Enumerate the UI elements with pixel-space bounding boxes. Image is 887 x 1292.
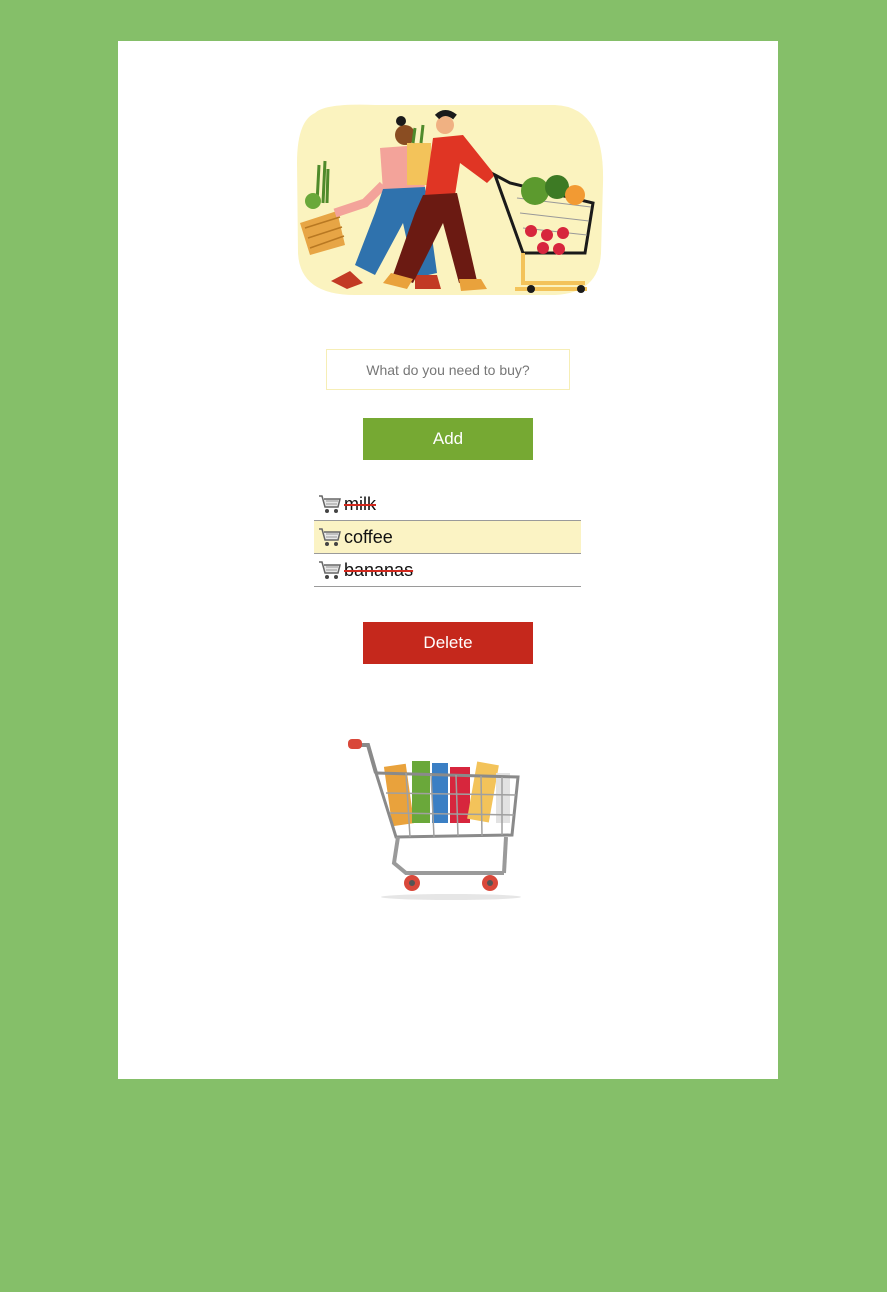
list-item-milk[interactable]: milk (314, 488, 581, 521)
shopping-couple-illustration (297, 104, 604, 296)
list-item-bananas[interactable]: bananas (314, 554, 581, 587)
shopping-cart-icon (319, 495, 341, 513)
shopping-cart-icon (319, 561, 341, 579)
delete-button[interactable]: Delete (363, 622, 533, 664)
shopping-cart-full-illustration (348, 739, 521, 900)
list-item-label: milk (344, 494, 376, 514)
app-card: Add milk coffee bananas (118, 41, 778, 1079)
shopping-list: milk coffee bananas (314, 488, 581, 587)
list-item-coffee[interactable]: coffee (314, 521, 581, 554)
list-item-label: coffee (344, 527, 393, 547)
item-input[interactable] (326, 349, 570, 390)
shopping-cart-icon (319, 528, 341, 546)
add-button[interactable]: Add (363, 418, 533, 460)
list-item-label: bananas (344, 560, 414, 580)
